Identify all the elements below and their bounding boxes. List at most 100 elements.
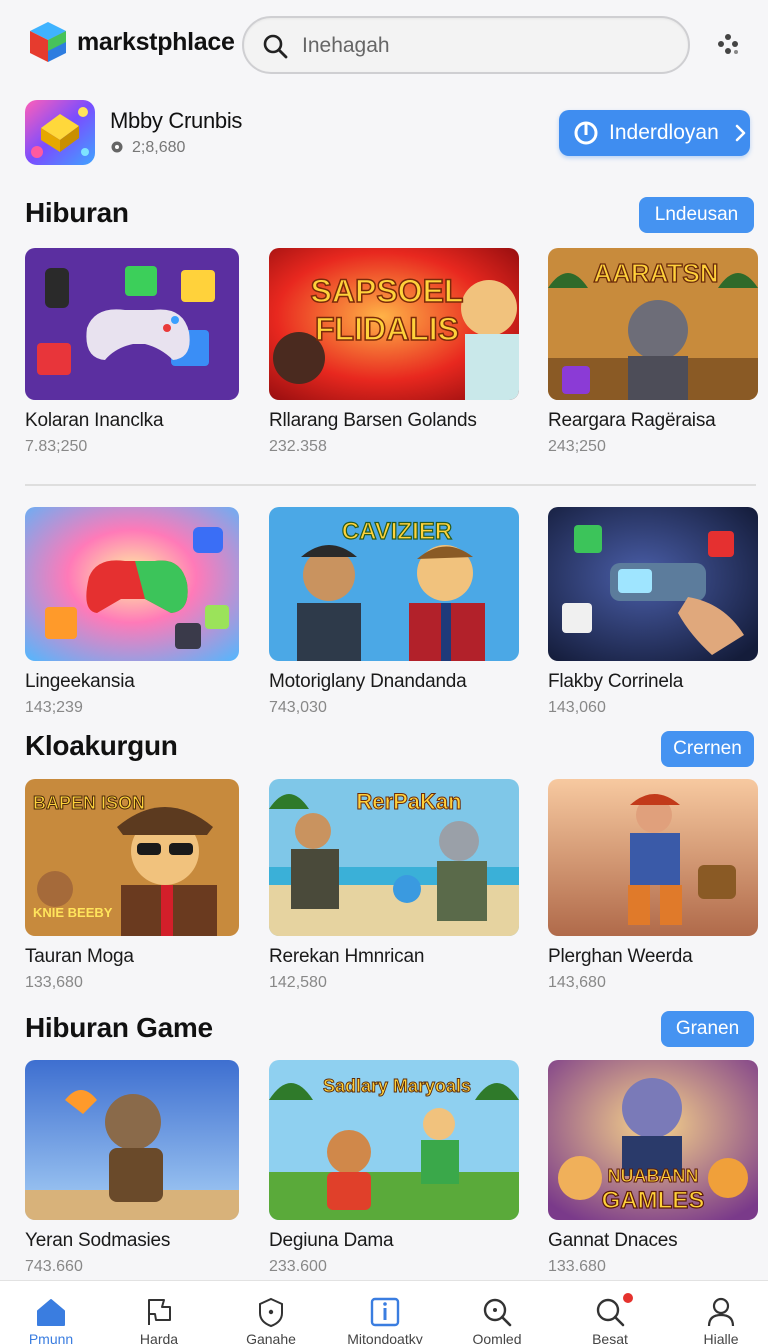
- game-title: Kolaran Inanclka: [25, 410, 164, 431]
- game-title: Flakby Corrinela: [548, 671, 684, 692]
- game-thumbnail[interactable]: RerPaKan: [269, 779, 519, 936]
- thumb-text: Sadlary Maryoals: [323, 1076, 471, 1096]
- game-card[interactable]: Kolaran Inanclka 7.83;250: [25, 248, 239, 456]
- game-card[interactable]: SAPSOEL FLIDALIS Rllarang Barsen Golands…: [269, 248, 519, 456]
- game-thumbnail[interactable]: BAPEN ISON KNIE BEEBY: [25, 779, 239, 936]
- thumb-text: NUABANN: [608, 1166, 699, 1186]
- game-title: Rllarang Barsen Golands: [269, 410, 477, 431]
- nav-label: Oomled: [472, 1331, 522, 1344]
- thumb-text: GAMLES: [602, 1187, 705, 1214]
- nav-label: Ganahe: [246, 1331, 296, 1344]
- featured-app-name[interactable]: Mbby Crunbis: [110, 108, 242, 134]
- game-card[interactable]: Flakby Corrinela 143,060: [548, 507, 758, 717]
- power-download-icon: [574, 121, 598, 145]
- game-thumbnail[interactable]: [25, 248, 239, 400]
- game-title: Rerekan Hmnrican: [269, 946, 425, 967]
- thumb-text: AARATSN: [593, 258, 718, 288]
- nav-item-ganahe[interactable]: Ganahe: [216, 1281, 326, 1344]
- game-count: 743,030: [269, 699, 327, 716]
- game-count: 7.83;250: [25, 438, 88, 455]
- game-thumbnail[interactable]: CAVIZIER: [269, 507, 519, 661]
- thumb-text: SAPSOEL: [311, 273, 464, 309]
- game-thumbnail[interactable]: [25, 1060, 239, 1220]
- featured-app-count: 2;8,680: [110, 139, 185, 157]
- search-icon: [483, 1298, 512, 1327]
- game-thumbnail[interactable]: Sadlary Maryoals: [269, 1060, 519, 1220]
- game-card[interactable]: CAVIZIER Motoriglany Dnandanda 743,030: [269, 507, 519, 717]
- game-card[interactable]: BAPEN ISON KNIE BEEBY Tauran Moga 133,68…: [25, 779, 239, 992]
- search-bar[interactable]: [242, 16, 690, 74]
- nav-label: Hjalle: [703, 1331, 739, 1344]
- nav-item-besat[interactable]: Besat: [555, 1281, 665, 1344]
- game-count: 143,060: [548, 699, 606, 716]
- marketplace-logo-icon[interactable]: [28, 20, 68, 64]
- nav-label: Mitondoatky: [347, 1331, 423, 1344]
- game-count: 143,680: [548, 974, 606, 991]
- nav-item-home[interactable]: Pmunn: [0, 1281, 106, 1344]
- game-title: Gannat Dnaces: [548, 1230, 678, 1251]
- game-card[interactable]: RerPaKan Rerekan Hmnrican 142,580: [269, 779, 519, 992]
- game-title: Reargara Ragёraisa: [548, 410, 716, 431]
- featured-app-count-value: 2;8,680: [132, 139, 186, 156]
- thumb-text: RerPaKan: [356, 789, 461, 814]
- game-count: 243;250: [548, 438, 606, 455]
- game-count: 143;239: [25, 699, 83, 716]
- nav-label: Harda: [139, 1331, 179, 1344]
- nav-item-mitondoatky[interactable]: Mitondoatky: [330, 1281, 440, 1344]
- featured-app-icon[interactable]: [25, 100, 95, 165]
- location-pin-icon: [111, 141, 123, 153]
- game-card[interactable]: NUABANN GAMLES Gannat Dnaces 133.680: [548, 1060, 758, 1276]
- search-input[interactable]: [302, 28, 672, 64]
- brand-name[interactable]: markstphlace: [77, 28, 235, 57]
- section-button-hiburan-game[interactable]: Granen: [661, 1011, 754, 1047]
- section-divider: [25, 484, 756, 486]
- game-title: Lingeekansia: [25, 671, 135, 692]
- nav-item-hjalle[interactable]: Hjalle: [666, 1281, 768, 1344]
- game-thumbnail[interactable]: [25, 507, 239, 661]
- info-icon: [370, 1297, 400, 1327]
- chevron-right-icon: [735, 124, 745, 142]
- game-count: 743.660: [25, 1258, 83, 1275]
- game-card[interactable]: Lingeekansia 143;239: [25, 507, 239, 717]
- app-header: markstphlace: [0, 0, 768, 90]
- bottom-navigation: Pmunn Harda Ganahe Mitondoatky Oomled Be…: [0, 1280, 768, 1344]
- more-options-icon[interactable]: [712, 28, 744, 60]
- section-title-hiburan-game: Hiburan Game: [25, 1012, 213, 1043]
- thumb-text: CAVIZIER: [342, 518, 452, 545]
- game-count: 133,680: [25, 974, 83, 991]
- game-thumbnail[interactable]: [548, 779, 758, 936]
- notification-badge: [621, 1291, 635, 1305]
- thumb-text: KNIE BEEBY: [33, 905, 113, 920]
- nav-label: Pmunn: [28, 1331, 74, 1344]
- nav-item-oomled[interactable]: Oomled: [442, 1281, 552, 1344]
- section-title-kloakurgun: Kloakurgun: [25, 730, 178, 761]
- game-card[interactable]: Sadlary Maryoals Degiuna Dama 233.600: [269, 1060, 519, 1276]
- game-card[interactable]: AARATSN Reargara Ragёraisa 243;250: [548, 248, 758, 456]
- shield-icon: [259, 1297, 283, 1328]
- section-button-hiburan[interactable]: Lndeusan: [639, 197, 754, 233]
- game-count: 232.358: [269, 438, 327, 455]
- game-card[interactable]: Plerghan Weerda 143,680: [548, 779, 758, 992]
- game-count: 133.680: [548, 1258, 606, 1275]
- search-icon: [263, 34, 288, 59]
- game-thumbnail[interactable]: NUABANN GAMLES: [548, 1060, 758, 1220]
- game-title: Motoriglany Dnandanda: [269, 671, 467, 692]
- game-thumbnail[interactable]: [548, 507, 758, 661]
- nav-item-harda[interactable]: Harda: [104, 1281, 214, 1344]
- game-count: 142,580: [269, 974, 327, 991]
- section-title-hiburan: Hiburan: [25, 197, 129, 228]
- download-button-label: Inderdloyan: [609, 121, 719, 144]
- game-card[interactable]: Yeran Sodmasies 743.660: [25, 1060, 239, 1276]
- game-thumbnail[interactable]: AARATSN: [548, 248, 758, 400]
- game-count: 233.600: [269, 1258, 327, 1275]
- game-title: Tauran Moga: [25, 946, 134, 967]
- flag-icon: [148, 1299, 171, 1325]
- download-button[interactable]: Inderdloyan: [559, 110, 750, 156]
- profile-icon: [707, 1297, 735, 1327]
- game-thumbnail[interactable]: SAPSOEL FLIDALIS: [269, 248, 519, 400]
- section-button-kloakurgun[interactable]: Crernen: [661, 731, 754, 767]
- nav-label: Besat: [592, 1331, 628, 1344]
- home-icon: [37, 1299, 65, 1326]
- game-title: Degiuna Dama: [269, 1230, 394, 1251]
- thumb-text: FLIDALIS: [315, 311, 459, 347]
